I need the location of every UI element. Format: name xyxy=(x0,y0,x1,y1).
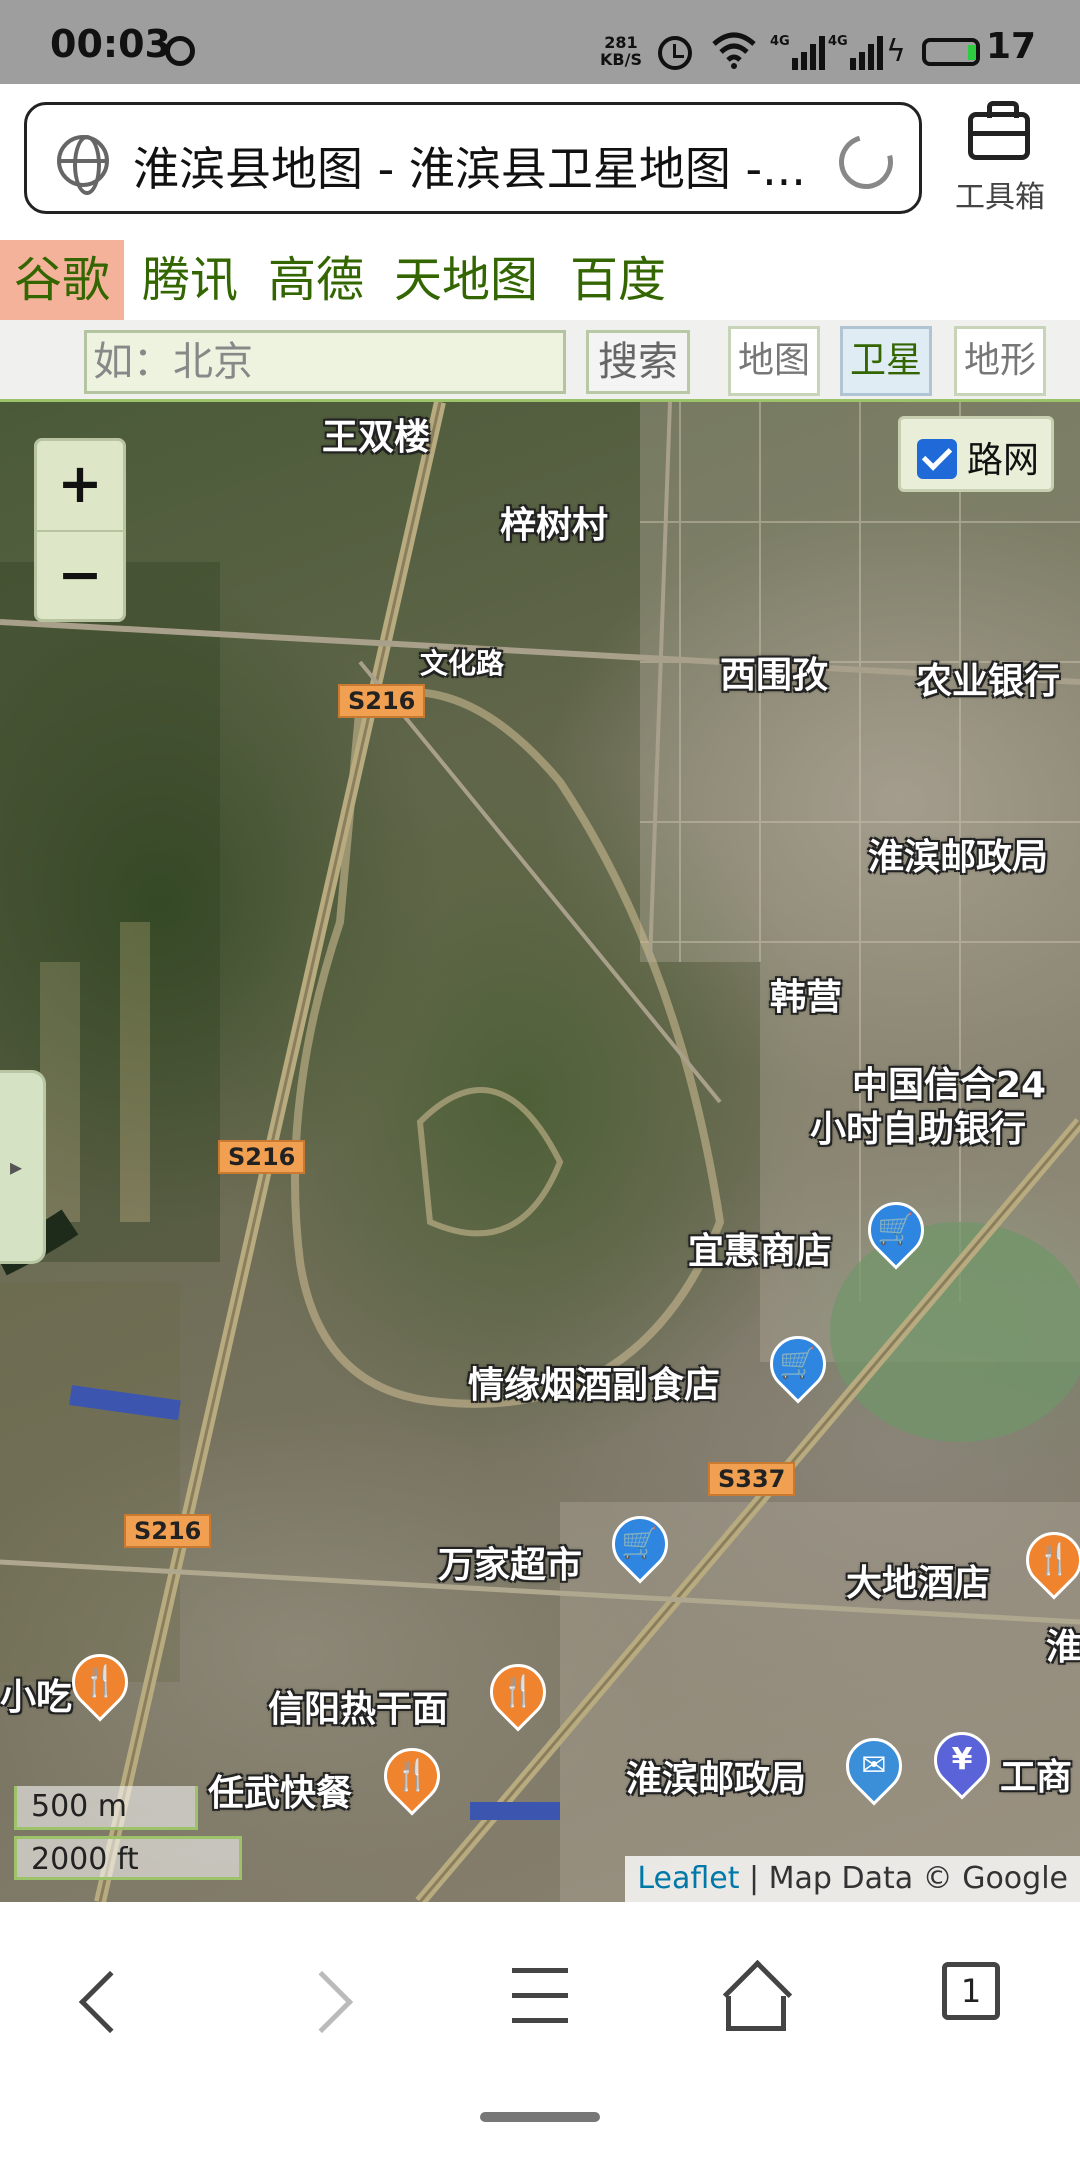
map-label: 西围孜 xyxy=(720,655,829,696)
road-shield-s216: S216 xyxy=(218,1140,306,1174)
map-label: 小时自助银行 xyxy=(810,1109,1027,1150)
map-label: 农业银行 xyxy=(916,661,1061,702)
map-label: 淮滨邮政局 xyxy=(626,1759,807,1800)
toolbox-label: 工具箱 xyxy=(955,180,1045,215)
provider-tab-tianditu[interactable]: 天地图 xyxy=(380,240,552,320)
leaflet-link[interactable]: Leaflet xyxy=(637,1861,739,1896)
qq-notification-icon xyxy=(165,36,195,66)
forward-arrow-icon[interactable] xyxy=(290,1970,354,2034)
map-label: 淮 xyxy=(1046,1627,1080,1668)
signal-1-label: 4G xyxy=(770,34,790,49)
map-label: 工商 xyxy=(1000,1757,1073,1798)
home-icon[interactable] xyxy=(726,1968,786,2031)
battery-percent: 17 xyxy=(986,26,1037,67)
menu-icon[interactable] xyxy=(512,1968,568,2024)
zoom-out-button[interactable]: − xyxy=(37,532,123,621)
provider-tab-tencent[interactable]: 腾讯 xyxy=(128,240,252,320)
status-bar: 00:03 281 KB/S 4G 4G ϟ 17 xyxy=(0,0,1080,84)
fork-knife-icon: 🍴 xyxy=(393,1758,431,1793)
signal-2-label: 4G xyxy=(828,34,848,49)
road-net-toggle[interactable]: 路网 xyxy=(898,416,1054,492)
network-speed-value: 281 xyxy=(604,33,638,52)
network-speed-unit: KB/S xyxy=(600,50,642,69)
map-label: 淮滨邮政局 xyxy=(868,837,1049,878)
alarm-icon xyxy=(658,36,692,70)
signal-2-icon: 4G xyxy=(828,34,888,70)
map-label: 小吃 xyxy=(0,1677,73,1718)
map-attribution: Leaflet | Map Data © Google xyxy=(625,1856,1080,1902)
browser-toolbar: 淮滨县地图 - 淮滨县卫星地图 -... 工具箱 xyxy=(0,84,1080,240)
zoom-in-button[interactable]: + xyxy=(37,441,123,530)
road-net-checkbox[interactable] xyxy=(917,439,957,479)
network-speed: 281 KB/S xyxy=(600,34,642,68)
screen: 00:03 281 KB/S 4G 4G ϟ 17 淮滨县地图 - 淮滨县卫星地… xyxy=(0,0,1080,2160)
browser-bottom-nav: 1 xyxy=(0,1902,1080,2160)
map-label: 梓树村 xyxy=(500,505,609,546)
search-input[interactable]: 如：北京 xyxy=(84,330,566,394)
road-net-label: 路网 xyxy=(967,440,1040,481)
wifi-icon xyxy=(712,32,756,69)
search-toolbar: 如：北京 搜索 地图 卫星 地形 xyxy=(0,320,1080,402)
road-shield-s216: S216 xyxy=(124,1514,212,1548)
side-panel-handle[interactable]: ▸ xyxy=(0,1070,46,1264)
scale-imperial: 2000 ft xyxy=(14,1836,242,1880)
map-label: 信阳热干面 xyxy=(268,1689,449,1730)
gesture-bar[interactable] xyxy=(480,2112,600,2122)
fork-knife-icon: 🍴 xyxy=(81,1664,119,1699)
toolbox-icon xyxy=(968,101,1030,160)
provider-tab-google[interactable]: 谷歌 xyxy=(0,240,125,320)
status-time: 00:03 xyxy=(50,22,171,66)
search-button[interactable]: 搜索 xyxy=(586,330,690,394)
map-type-satellite-button[interactable]: 卫星 xyxy=(840,326,932,396)
zoom-control: + − xyxy=(34,438,126,622)
cart-icon: 🛒 xyxy=(779,1346,817,1381)
fork-knife-icon: 🍴 xyxy=(499,1674,537,1709)
fork-knife-icon: 🍴 xyxy=(1035,1542,1073,1577)
map-label: 万家超市 xyxy=(438,1545,583,1586)
scale-metric: 500 m xyxy=(14,1786,198,1830)
map-type-terrain-button[interactable]: 地形 xyxy=(954,326,1046,396)
signal-1-icon: 4G xyxy=(770,34,830,70)
back-arrow-icon[interactable] xyxy=(78,1970,142,2034)
road-shield-s337: S337 xyxy=(708,1462,796,1496)
page-title[interactable]: 淮滨县地图 - 淮滨县卫星地图 -... xyxy=(133,133,833,199)
address-bar[interactable]: 淮滨县地图 - 淮滨县卫星地图 -... xyxy=(24,102,922,214)
map-label: 文化路 xyxy=(420,647,505,680)
attribution-text: | Map Data © Google xyxy=(739,1861,1068,1896)
provider-tab-amap[interactable]: 高德 xyxy=(254,240,378,320)
cart-icon: 🛒 xyxy=(621,1526,659,1561)
map-label: 情缘烟酒副食店 xyxy=(468,1365,721,1406)
charging-icon: ϟ xyxy=(886,34,906,69)
map-label: 韩营 xyxy=(770,977,843,1018)
battery-level-fill xyxy=(968,45,976,60)
reload-icon[interactable] xyxy=(829,125,903,199)
map-label: 任武快餐 xyxy=(208,1773,353,1814)
map-label: 大地酒店 xyxy=(846,1563,991,1604)
road-shield-s216: S216 xyxy=(338,684,426,718)
envelope-icon: ✉ xyxy=(861,1748,887,1783)
provider-tab-baidu[interactable]: 百度 xyxy=(556,240,680,320)
yuan-icon: ¥ xyxy=(951,1742,973,1777)
tabs-button[interactable]: 1 xyxy=(942,1962,1000,2020)
toolbox-button[interactable]: 工具箱 xyxy=(940,101,1060,216)
satellite-map[interactable]: 王双楼 梓树村 文化路 西围孜 农业银行 淮滨邮政局 韩营 中国信合24 小时自… xyxy=(0,402,1080,1902)
cart-icon: 🛒 xyxy=(877,1212,915,1247)
globe-icon xyxy=(57,135,109,195)
map-type-map-button[interactable]: 地图 xyxy=(728,326,820,396)
expand-arrow-icon: ▸ xyxy=(10,1153,23,1181)
map-provider-tabs: 谷歌 腾讯 高德 天地图 百度 xyxy=(0,240,1080,320)
map-label: 王双楼 xyxy=(322,417,431,458)
map-label: 宜惠商店 xyxy=(688,1231,833,1272)
